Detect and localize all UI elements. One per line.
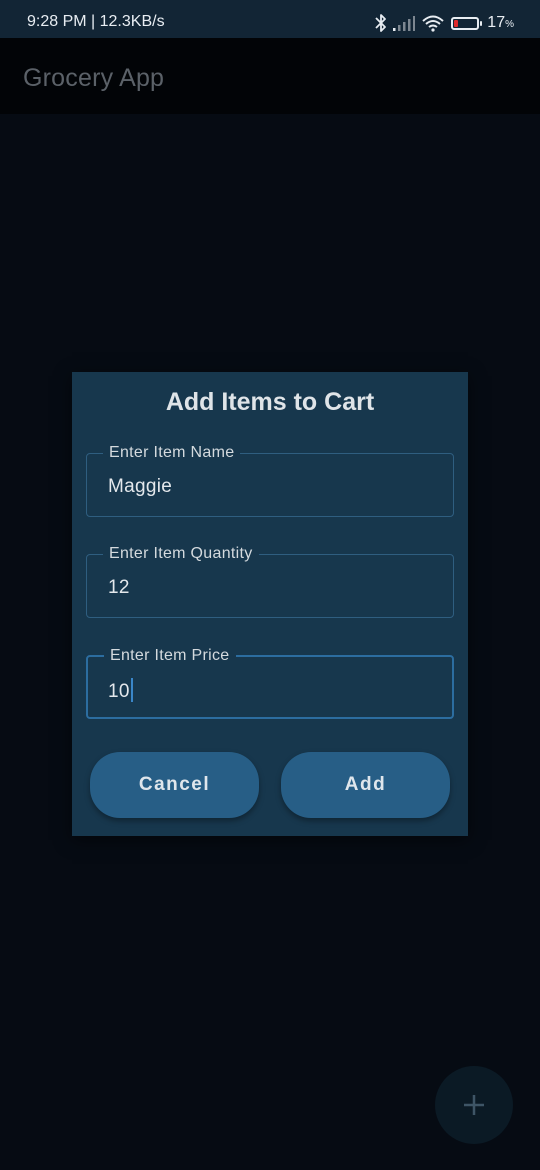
- item-quantity-value: 12: [108, 577, 130, 598]
- dialog-title: Add Items to Cart: [165, 388, 375, 416]
- item-price-field[interactable]: Enter Item Price 10: [86, 646, 454, 719]
- item-price-value: 10: [108, 681, 130, 702]
- bluetooth-icon: [375, 13, 387, 33]
- item-price-label: Enter Item Price: [104, 646, 236, 666]
- battery-level-fill: [454, 19, 459, 27]
- text-cursor: [130, 678, 133, 702]
- wifi-icon: [421, 14, 445, 32]
- app-bar: Grocery App: [0, 38, 540, 114]
- item-quantity-label: Enter Item Quantity: [103, 544, 259, 564]
- status-bar: 9:28 PM | 12.3KB/s 17%: [0, 0, 540, 38]
- status-icons: 17%: [375, 9, 514, 37]
- app-title: Grocery App: [23, 64, 165, 92]
- screen: 9:28 PM | 12.3KB/s 17% Grocery App Add I…: [0, 0, 540, 1170]
- battery-percent-text: 17%: [487, 14, 514, 31]
- item-price-value-wrap: 10: [108, 678, 133, 703]
- status-time-speed: 9:28 PM | 12.3KB/s: [27, 13, 165, 30]
- plus-icon: [462, 1095, 486, 1121]
- signal-icon: [393, 15, 416, 31]
- item-name-value: Maggie: [108, 476, 173, 497]
- item-quantity-field[interactable]: Enter Item Quantity 12: [86, 544, 454, 618]
- item-name-field[interactable]: Enter Item Name Maggie: [86, 443, 454, 517]
- add-button[interactable]: Add: [281, 752, 450, 818]
- item-name-label: Enter Item Name: [103, 443, 241, 463]
- battery-icon: [451, 16, 483, 30]
- add-item-fab[interactable]: [435, 1066, 513, 1144]
- add-items-dialog: Add Items to Cart Enter Item Name Maggie…: [72, 372, 468, 836]
- cancel-button[interactable]: Cancel: [90, 752, 259, 818]
